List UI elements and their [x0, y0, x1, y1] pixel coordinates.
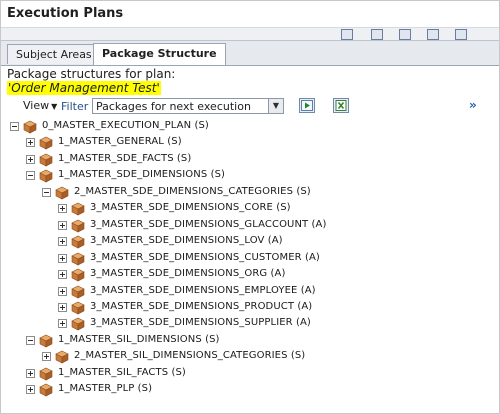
collapse-icon[interactable]: [10, 122, 19, 131]
toolbar-strip: [1, 27, 499, 41]
expand-icon[interactable]: [26, 138, 35, 147]
package-icon: [71, 234, 85, 249]
package-icon: [39, 168, 53, 183]
package-icon: [23, 119, 37, 134]
view-menu-label: View: [23, 99, 50, 112]
tree-row[interactable]: 3_MASTER_SDE_DIMENSIONS_CUSTOMER (A): [1, 251, 491, 267]
filter-select-value: Packages for next execution: [96, 100, 251, 113]
expand-icon[interactable]: [58, 319, 67, 328]
chevron-down-icon: ▼: [51, 102, 58, 111]
tree-node-label: 3_MASTER_SDE_DIMENSIONS_GLACCOUNT (A): [90, 219, 327, 230]
expand-icon[interactable]: [58, 204, 67, 213]
tree-node-label: 3_MASTER_SDE_DIMENSIONS_EMPLOYEE (A): [90, 285, 316, 296]
tree-node-label: 1_MASTER_SDE_DIMENSIONS (S): [58, 169, 226, 180]
tree-row[interactable]: 1_MASTER_PLP (S): [1, 382, 491, 398]
plan-label: Package structures for plan:: [7, 67, 176, 81]
tree-node-label: 3_MASTER_SDE_DIMENSIONS_ORG (A): [90, 268, 286, 279]
tree-row[interactable]: 3_MASTER_SDE_DIMENSIONS_SUPPLIER (A): [1, 316, 491, 332]
tree-row[interactable]: 1_MASTER_SDE_DIMENSIONS (S): [1, 168, 491, 184]
package-icon: [71, 201, 85, 216]
package-icon: [71, 284, 85, 299]
tab-subject-areas[interactable]: Subject Areas: [7, 44, 101, 64]
tree-row[interactable]: 1_MASTER_SIL_DIMENSIONS (S): [1, 333, 491, 349]
tree-row[interactable]: 2_MASTER_SDE_DIMENSIONS_CATEGORIES (S): [1, 185, 491, 201]
tree-node-label: 2_MASTER_SIL_DIMENSIONS_CATEGORIES (S): [74, 350, 306, 361]
tree-row[interactable]: 1_MASTER_SIL_FACTS (S): [1, 366, 491, 382]
package-icon: [71, 267, 85, 282]
window-title: Execution Plans: [7, 6, 124, 21]
dropdown-arrow-icon[interactable]: ▼: [268, 99, 283, 113]
tree-row[interactable]: 2_MASTER_SIL_DIMENSIONS_CATEGORIES (S): [1, 349, 491, 365]
package-icon: [39, 382, 53, 397]
excel-export-icon[interactable]: [333, 98, 349, 113]
collapse-icon[interactable]: [26, 336, 35, 345]
plan-name: 'Order Management Test': [7, 81, 161, 95]
tree-row[interactable]: 0_MASTER_EXECUTION_PLAN (S): [1, 119, 491, 135]
view-toolbar: View ▼ Filter Packages for next execution…: [1, 97, 499, 117]
package-icon: [55, 185, 69, 200]
view-menu[interactable]: View ▼: [23, 99, 57, 112]
toolbar-icon-4[interactable]: [427, 29, 439, 40]
tree-node-label: 1_MASTER_PLP (S): [58, 383, 153, 394]
expand-icon[interactable]: [26, 369, 35, 378]
toolbar-icon-3[interactable]: [399, 29, 411, 40]
package-icon: [71, 316, 85, 331]
expand-icon[interactable]: [58, 270, 67, 279]
more-options-icon[interactable]: »: [469, 98, 477, 112]
toolbar-icon-2[interactable]: [371, 29, 383, 40]
tree-row[interactable]: 1_MASTER_SDE_FACTS (S): [1, 152, 491, 168]
tree-row[interactable]: 3_MASTER_SDE_DIMENSIONS_CORE (S): [1, 201, 491, 217]
package-icon: [71, 300, 85, 315]
package-icon: [39, 135, 53, 150]
collapse-icon[interactable]: [42, 188, 51, 197]
expand-icon[interactable]: [58, 237, 67, 246]
tree-node-label: 2_MASTER_SDE_DIMENSIONS_CATEGORIES (S): [74, 186, 311, 197]
toolbar-icon-5[interactable]: [455, 29, 467, 40]
tree-node-label: 1_MASTER_SIL_DIMENSIONS (S): [58, 334, 220, 345]
expand-icon[interactable]: [58, 221, 67, 230]
expand-icon[interactable]: [58, 254, 67, 263]
tree-node-label: 0_MASTER_EXECUTION_PLAN (S): [42, 120, 209, 131]
tab-package-structure[interactable]: Package Structure: [93, 43, 226, 65]
tree-row[interactable]: 3_MASTER_SDE_DIMENSIONS_ORG (A): [1, 267, 491, 283]
tree-node-label: 3_MASTER_SDE_DIMENSIONS_CORE (S): [90, 202, 291, 213]
tree-node-label: 3_MASTER_SDE_DIMENSIONS_LOV (A): [90, 235, 283, 246]
title-bar: Execution Plans: [1, 1, 499, 27]
execution-plans-window: Execution Plans Subject Areas Package St…: [0, 0, 500, 414]
expand-icon[interactable]: [26, 155, 35, 164]
tree-row[interactable]: 1_MASTER_GENERAL (S): [1, 135, 491, 151]
tree-node-label: 1_MASTER_SIL_FACTS (S): [58, 367, 186, 378]
package-icon: [71, 251, 85, 266]
tree-node-label: 3_MASTER_SDE_DIMENSIONS_SUPPLIER (A): [90, 317, 311, 328]
package-icon: [39, 333, 53, 348]
expand-icon[interactable]: [58, 303, 67, 312]
tree-node-label: 3_MASTER_SDE_DIMENSIONS_PRODUCT (A): [90, 301, 313, 312]
expand-icon[interactable]: [58, 287, 67, 296]
package-icon: [71, 218, 85, 233]
package-icon: [39, 366, 53, 381]
expand-icon[interactable]: [42, 352, 51, 361]
toolbar-icon-1[interactable]: [341, 29, 353, 40]
tree-node-label: 1_MASTER_SDE_FACTS (S): [58, 153, 192, 164]
filter-label: Filter: [61, 100, 89, 113]
tree-node-label: 3_MASTER_SDE_DIMENSIONS_CUSTOMER (A): [90, 252, 320, 263]
tree-row[interactable]: 3_MASTER_SDE_DIMENSIONS_EMPLOYEE (A): [1, 284, 491, 300]
package-icon: [55, 349, 69, 364]
tree-row[interactable]: 3_MASTER_SDE_DIMENSIONS_PRODUCT (A): [1, 300, 491, 316]
expand-icon[interactable]: [26, 385, 35, 394]
tree-row[interactable]: 3_MASTER_SDE_DIMENSIONS_LOV (A): [1, 234, 491, 250]
tab-bar: Subject Areas Package Structure: [1, 41, 499, 66]
tree-row[interactable]: 3_MASTER_SDE_DIMENSIONS_GLACCOUNT (A): [1, 218, 491, 234]
package-icon: [39, 152, 53, 167]
package-tree: 0_MASTER_EXECUTION_PLAN (S) 1_MASTER_GENE…: [1, 119, 499, 411]
tree-node-label: 1_MASTER_GENERAL (S): [58, 136, 182, 147]
filter-select[interactable]: Packages for next execution ▼: [92, 98, 284, 114]
run-icon[interactable]: [299, 98, 315, 113]
collapse-icon[interactable]: [26, 171, 35, 180]
